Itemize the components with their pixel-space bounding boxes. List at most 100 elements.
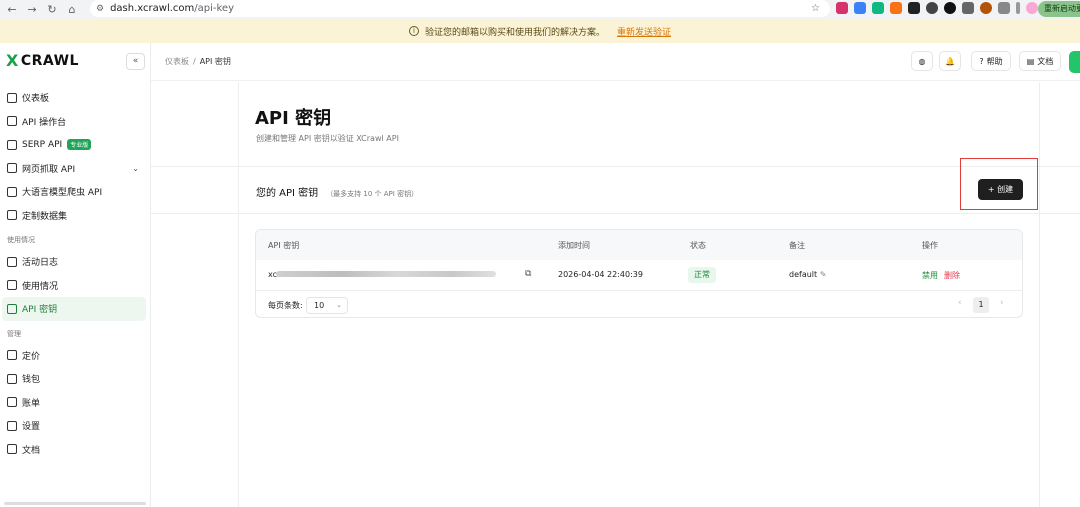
table-header: API 密钥 添加时间 状态 备注 操作 <box>256 230 1022 260</box>
extension-icon[interactable] <box>836 2 848 14</box>
document-icon: ▤ <box>1026 56 1035 66</box>
docs-button[interactable]: ▤ 文档 <box>1019 51 1061 71</box>
sidebar: X CRAWL « 仪表板 API 操作台 SERP API 专业版 网页抓取 … <box>0 43 151 507</box>
sidebar-item-label: 定制数据集 <box>22 211 68 222</box>
notifications-button[interactable]: 🔔 <box>939 51 961 71</box>
bell-icon: 🔔 <box>945 56 955 66</box>
extensions-row <box>836 2 1038 14</box>
divider <box>1016 2 1020 14</box>
help-button[interactable]: ? 帮助 <box>971 51 1011 71</box>
sidebar-item-wallet[interactable]: 钱包 <box>0 367 151 391</box>
url-domain: dash.xcrawl.com <box>110 3 195 14</box>
sidebar-item-api-keys[interactable]: API 密钥 <box>2 297 146 321</box>
bookmark-star-icon[interactable]: ☆ <box>811 3 820 14</box>
content-divider <box>151 213 1080 214</box>
collapse-sidebar-button[interactable]: « <box>126 53 145 70</box>
browser-toolbar: ← → ↻ ⌂ ⚙ dash.xcrawl.com/api-key ☆ 重新启动… <box>0 0 1080 19</box>
sidebar-item-scrape-api[interactable]: 网页抓取 API ⌄ <box>0 157 151 181</box>
settings-icon <box>7 420 17 431</box>
sidebar-item-llm-crawler-api[interactable]: 大语言模型爬虫 API <box>0 180 151 204</box>
serp-icon <box>7 139 17 150</box>
sidebar-item-custom-dataset[interactable]: 定制数据集 <box>0 204 151 228</box>
sidebar-scrollbar[interactable] <box>4 502 146 505</box>
profile-avatar[interactable] <box>1026 2 1038 14</box>
column-header-note: 备注 <box>789 241 805 250</box>
api-keys-table: API 密钥 添加时间 状态 备注 操作 xc ⧉ 2026-04-04 22:… <box>255 229 1023 318</box>
sidebar-item-settings[interactable]: 设置 <box>0 414 151 438</box>
copy-icon[interactable]: ⧉ <box>525 269 531 279</box>
logo[interactable]: X CRAWL <box>6 51 79 70</box>
home-icon[interactable]: ⌂ <box>64 3 80 16</box>
sidebar-item-docs[interactable]: 文档 <box>0 438 151 462</box>
page-size-value: 10 <box>314 301 325 310</box>
create-api-key-button[interactable]: + 创建 <box>978 179 1023 200</box>
sidebar-item-label: 使用情况 <box>22 281 59 292</box>
sidebar-item-billing[interactable]: 账单 <box>0 391 151 415</box>
usage-icon <box>7 280 17 291</box>
extension-icon[interactable] <box>872 2 884 14</box>
extension-icon[interactable] <box>908 2 920 14</box>
page-size-label: 每页条数: <box>268 301 303 310</box>
logo-text: CRAWL <box>20 52 79 69</box>
page-title: API 密钥 <box>255 108 332 129</box>
next-page-icon[interactable]: › <box>1000 298 1004 308</box>
restart-update-button[interactable]: 重新启动更新 <box>1038 1 1080 17</box>
scrape-icon <box>7 163 17 174</box>
sidebar-item-activity-log[interactable]: 活动日志 <box>0 250 151 274</box>
sidebar-item-label: 文档 <box>22 445 41 456</box>
breadcrumb-root[interactable]: 仪表板 <box>165 57 189 66</box>
current-page[interactable]: 1 <box>973 297 989 313</box>
resend-verification-link[interactable]: 重新发送验证 <box>617 25 671 38</box>
chevron-down-icon[interactable]: ⌄ <box>132 164 139 173</box>
extension-icon[interactable] <box>980 2 992 14</box>
back-icon[interactable]: ← <box>4 3 20 16</box>
extension-icon[interactable] <box>962 2 974 14</box>
wallet-icon <box>7 373 17 384</box>
note-value: default ✎ <box>789 270 826 279</box>
url-path: /api-key <box>194 3 235 14</box>
sidebar-item-serp-api[interactable]: SERP API 专业版 <box>0 133 151 157</box>
breadcrumb: 仪表板 / API 密钥 <box>165 56 231 67</box>
address-bar[interactable]: ⚙ dash.xcrawl.com/api-key ☆ <box>90 0 830 17</box>
content-frame-left <box>238 82 239 507</box>
extension-icon[interactable] <box>926 2 938 14</box>
sidebar-item-api-console[interactable]: API 操作台 <box>0 110 151 134</box>
bill-icon <box>7 397 17 408</box>
sidebar-item-label: API 操作台 <box>22 117 67 128</box>
grid-icon <box>7 92 17 103</box>
puzzle-icon[interactable] <box>998 2 1010 14</box>
extension-icon[interactable] <box>854 2 866 14</box>
chevron-down-icon: ⌄ <box>336 301 342 309</box>
account-button[interactable] <box>1069 51 1080 73</box>
sidebar-item-pricing[interactable]: 定价 <box>0 344 151 368</box>
sidebar-item-usage[interactable]: 使用情况 <box>0 274 151 298</box>
notice-text: 验证您的邮箱以购买和使用我们的解决方案。 <box>424 27 605 38</box>
forward-icon[interactable]: → <box>24 3 40 16</box>
sidebar-item-label: 网页抓取 API <box>22 164 76 175</box>
api-key-masked-value <box>276 271 496 277</box>
status-badge: 正常 <box>688 267 716 283</box>
added-time: 2026-04-04 22:40:39 <box>558 270 643 279</box>
prev-page-icon[interactable]: ‹ <box>958 298 962 308</box>
edit-icon[interactable]: ✎ <box>820 270 827 279</box>
language-button[interactable]: ◍ <box>911 51 933 71</box>
section-limit-note: （最多支持 10 个 API 密钥） <box>326 190 419 198</box>
help-label: 帮助 <box>986 56 1003 66</box>
delete-key-button[interactable]: 删除 <box>944 271 960 280</box>
reload-icon[interactable]: ↻ <box>44 3 60 16</box>
page-size-select[interactable]: 10 ⌄ <box>306 297 348 314</box>
content-divider <box>151 166 1080 167</box>
sidebar-item-label: SERP API <box>22 139 63 150</box>
breadcrumb-current: API 密钥 <box>199 57 231 66</box>
column-header-status: 状态 <box>690 241 706 250</box>
sidebar-item-dashboard[interactable]: 仪表板 <box>0 86 151 110</box>
price-icon <box>7 350 17 361</box>
extension-icon[interactable] <box>890 2 902 14</box>
doc-icon <box>7 444 17 455</box>
site-info-icon[interactable]: ⚙ <box>96 4 104 14</box>
disable-key-button[interactable]: 禁用 <box>922 271 938 280</box>
topbar: 仪表板 / API 密钥 ◍ 🔔 ? 帮助 ▤ 文档 <box>151 43 1080 81</box>
table-row: xc ⧉ 2026-04-04 22:40:39 正常 default ✎ 禁用… <box>256 260 1022 291</box>
logo-mark: X <box>6 51 19 70</box>
extension-icon[interactable] <box>944 2 956 14</box>
